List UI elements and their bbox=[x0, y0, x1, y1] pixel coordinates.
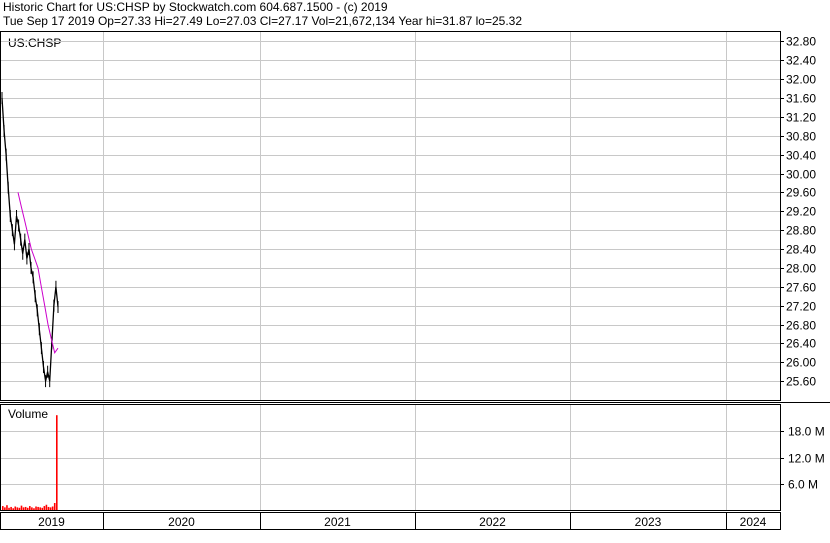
volume-bar bbox=[43, 506, 46, 510]
price-tick-label: 26.80 bbox=[786, 319, 816, 333]
price-tick-label: 27.60 bbox=[786, 281, 816, 295]
volume-bar bbox=[47, 506, 50, 510]
volume-bar bbox=[6, 505, 8, 510]
price-tick-label: 30.40 bbox=[786, 149, 816, 163]
volume-bar bbox=[4, 507, 6, 510]
volume-tick-label: 18.0 M bbox=[788, 425, 825, 439]
volume-bar bbox=[41, 507, 44, 510]
volume-bar bbox=[53, 503, 56, 510]
volume-bar bbox=[49, 507, 52, 510]
volume-bar bbox=[35, 506, 37, 510]
price-tick-label: 28.40 bbox=[786, 243, 816, 257]
price-panel-title: US:CHSP bbox=[8, 36, 61, 50]
date-axis: 2019 2020 2021 2022 2023 2024 bbox=[38, 512, 767, 530]
price-tick-label: 30.00 bbox=[786, 168, 816, 182]
volume-bar bbox=[16, 507, 19, 510]
price-tick-label: 32.80 bbox=[786, 35, 816, 49]
price-tick-label: 31.20 bbox=[786, 111, 816, 125]
volume-bar bbox=[51, 506, 54, 510]
volume-bar bbox=[56, 415, 58, 510]
price-tick-label: 30.80 bbox=[786, 130, 816, 144]
volume-grid bbox=[1, 405, 780, 510]
price-tick-label: 26.40 bbox=[786, 337, 816, 351]
price-tick-label: 25.60 bbox=[786, 375, 816, 389]
volume-bar bbox=[37, 506, 39, 510]
date-tick-label: 2023 bbox=[635, 515, 662, 529]
volume-panel-frame bbox=[0, 404, 781, 511]
volume-bar bbox=[14, 506, 17, 510]
price-tick-label: 26.00 bbox=[786, 356, 816, 370]
price-tick-label: 32.00 bbox=[786, 73, 816, 87]
price-tick-label: 29.20 bbox=[786, 205, 816, 219]
price-panel-frame bbox=[0, 31, 781, 401]
date-tick-label: 2024 bbox=[740, 515, 767, 529]
date-tick-label: 2021 bbox=[324, 515, 351, 529]
date-tick-label: 2020 bbox=[168, 515, 195, 529]
date-tick-label: 2019 bbox=[38, 515, 65, 529]
stock-chart: US:CHSP 32.80 32.40 32.00 31.60 31.20 30.80 30… bbox=[0, 31, 830, 530]
price-tick-label: 31.60 bbox=[786, 92, 816, 106]
volume-bar bbox=[8, 507, 10, 510]
volume-tick-label: 12.0 M bbox=[788, 452, 825, 466]
volume-bar bbox=[2, 506, 4, 510]
date-axis-frame bbox=[0, 512, 781, 530]
price-tick-label: 28.80 bbox=[786, 224, 816, 238]
volume-bar bbox=[24, 506, 27, 510]
volume-bar bbox=[39, 507, 41, 510]
volume-axis: 18.0 M 12.0 M 6.0 M bbox=[780, 425, 825, 492]
date-tick-label: 2022 bbox=[479, 515, 506, 529]
price-tick-label: 28.00 bbox=[786, 262, 816, 276]
volume-bar bbox=[18, 507, 21, 510]
volume-bar bbox=[22, 507, 25, 510]
volume-bar bbox=[26, 507, 29, 510]
volume-bar bbox=[20, 505, 23, 510]
volume-bars bbox=[2, 415, 58, 510]
volume-bar bbox=[33, 508, 35, 510]
price-tick-label: 27.20 bbox=[786, 300, 816, 314]
price-tick-label: 32.40 bbox=[786, 54, 816, 68]
volume-bar bbox=[31, 507, 33, 510]
volume-panel-title: Volume bbox=[8, 407, 48, 421]
price-line bbox=[1, 98, 59, 382]
price-axis: 32.80 32.40 32.00 31.60 31.20 30.80 30.40 30.00… bbox=[780, 35, 816, 389]
volume-tick-label: 6.0 M bbox=[788, 478, 818, 492]
price-tick-label: 29.60 bbox=[786, 186, 816, 200]
price-grid bbox=[1, 32, 780, 400]
volume-bar bbox=[12, 508, 14, 510]
volume-bar bbox=[10, 506, 12, 510]
volume-bar bbox=[45, 504, 48, 510]
volume-bar bbox=[29, 506, 31, 510]
